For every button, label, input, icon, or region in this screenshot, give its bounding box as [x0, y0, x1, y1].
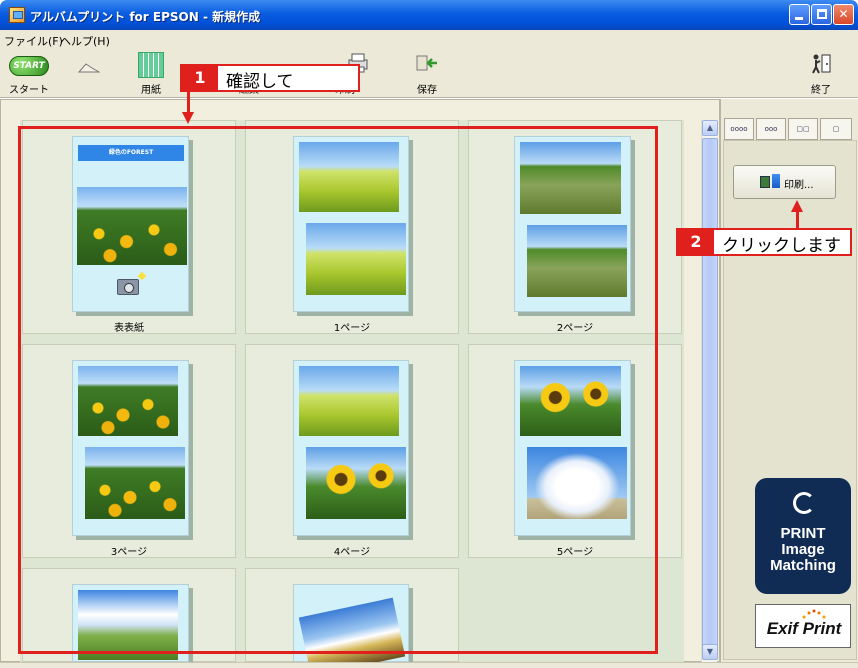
start-label: スタート [9, 85, 49, 96]
up-arrow-icon [772, 174, 780, 188]
step-arrow-icon [78, 63, 100, 73]
annotation-step-1-text: 確認して [226, 72, 294, 92]
scroll-up-button[interactable]: ▲ [702, 120, 718, 136]
minimize-button[interactable] [789, 4, 810, 25]
toolbar: START スタート 用紙 編集 印刷 保存 終了 [0, 48, 858, 98]
print-button-label: 印刷... [784, 180, 814, 191]
start-icon: START [9, 56, 49, 76]
vertical-scrollbar[interactable]: ▲ ▼ [701, 120, 718, 662]
save-button[interactable]: 保存 [402, 50, 452, 96]
annotation-step-1-number: 1 [182, 66, 218, 90]
exit-label: 終了 [811, 85, 831, 96]
arrow-separator [74, 50, 104, 96]
maximize-icon [817, 9, 827, 19]
print-image-matching-logo: PRINT Image Matching [755, 478, 851, 594]
printer-small-icon [760, 176, 770, 188]
paper-button[interactable]: 用紙 [126, 50, 176, 96]
paper-icon [138, 52, 164, 78]
annotation-step-1: 1 確認して [180, 64, 360, 92]
annotation-step-2-line [796, 212, 799, 229]
save-icon [416, 55, 437, 71]
tab-layout-2[interactable]: ▢▢ [788, 118, 818, 140]
tab-layout-1[interactable]: ▢ [820, 118, 852, 140]
scroll-thumb[interactable] [702, 138, 718, 650]
annotation-step-2-text: クリックします [722, 236, 841, 256]
title-bar: アルバムプリント for EPSON - 新規作成 ✕ [0, 0, 858, 30]
minimize-icon [795, 17, 803, 20]
exit-button[interactable]: 終了 [796, 50, 846, 96]
exit-icon [812, 54, 831, 74]
close-button[interactable]: ✕ [833, 4, 854, 25]
start-button[interactable]: START スタート [4, 50, 54, 96]
annotation-step-1-line [187, 92, 190, 114]
annotation-step-2: 2 クリックします [676, 228, 852, 256]
annotation-step-2-arrow [791, 200, 803, 212]
scroll-down-button[interactable]: ▼ [702, 644, 718, 660]
exif-print-text: Exif Print [766, 619, 842, 638]
menu-bar: ファイル(F) ヘルプ(H) [0, 30, 858, 48]
tab-layout-3[interactable]: ooo [756, 118, 786, 140]
annotation-frame [18, 126, 658, 654]
pim-swirl-icon [793, 492, 815, 514]
status-bar [0, 662, 858, 668]
maximize-button[interactable] [811, 4, 832, 25]
print-button[interactable]: 印刷... [733, 165, 836, 199]
annotation-step-1-arrow [182, 112, 194, 124]
app-icon [9, 7, 25, 23]
menu-help[interactable]: ヘルプ(H) [60, 33, 110, 49]
pim-line-2: Image [781, 541, 825, 558]
exif-dots-icon [802, 609, 826, 619]
window-title: アルバムプリント for EPSON - 新規作成 [30, 10, 261, 24]
save-label: 保存 [417, 85, 437, 96]
pim-line-3: Matching [770, 557, 836, 574]
paper-label: 用紙 [141, 85, 161, 96]
menu-file[interactable]: ファイル(F) [4, 33, 63, 49]
pim-line-1: PRINT [780, 525, 826, 542]
annotation-step-2-number: 2 [678, 230, 714, 254]
exif-print-logo: Exif Print [755, 604, 851, 648]
tab-layout-4[interactable]: oooo [724, 118, 754, 140]
layout-tabs: oooo ooo ▢▢ ▢ [722, 118, 858, 140]
close-icon: ✕ [838, 7, 849, 21]
